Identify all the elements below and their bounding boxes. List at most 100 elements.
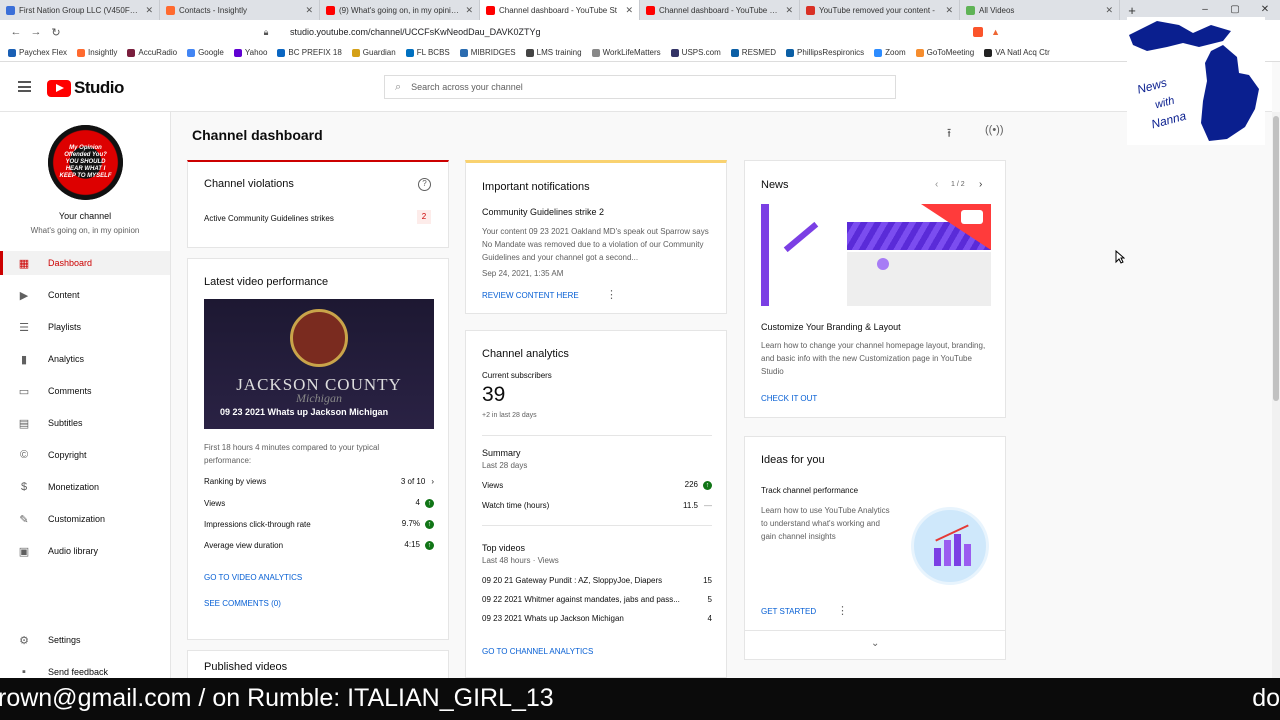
bookmark-item[interactable]: Zoom <box>874 48 906 57</box>
chevron-down-icon[interactable]: ⌄ <box>871 638 879 649</box>
bookmark-item[interactable]: LMS training <box>525 48 582 57</box>
subscribers-label: Current subscribers <box>482 371 552 380</box>
go-live-icon[interactable]: ((•)) <box>985 124 1004 136</box>
bookmark-label: FL BCBS <box>416 48 450 57</box>
bookmark-favicon-icon <box>127 48 136 57</box>
browser-tab[interactable]: All Videos ✕ <box>960 0 1120 20</box>
tab-favicon-icon <box>166 5 175 15</box>
bookmark-item[interactable]: RESMED <box>730 48 776 57</box>
latest-video-card: Latest video performance JACKSON COUNTY … <box>187 258 449 640</box>
browser-tab[interactable]: Contacts - Insightly ✕ <box>160 0 320 20</box>
brave-shield-icon[interactable] <box>973 27 984 37</box>
tab-title: Channel dashboard - YouTube Studio <box>659 5 782 15</box>
youtube-play-icon <box>47 79 71 97</box>
sidebar-item-audio-library[interactable]: ▣ Audio library <box>0 539 170 563</box>
bookmark-item[interactable]: PhillipsRespironics <box>786 48 864 57</box>
bookmark-item[interactable]: BC PREFIX 18 <box>277 48 342 57</box>
youtube-studio-logo[interactable]: Studio <box>47 78 124 98</box>
sidebar-item-subtitles[interactable]: ▤ Subtitles <box>0 411 170 435</box>
browser-tab[interactable]: Channel dashboard - YouTube St ✕ <box>480 0 640 20</box>
go-to-video-analytics-link[interactable]: GO TO VIDEO ANALYTICS <box>204 573 302 582</box>
divider <box>745 630 1005 631</box>
search-box[interactable]: ⌕ Search across your channel <box>384 75 896 99</box>
bookmark-item[interactable]: WorkLifeMatters <box>591 48 661 57</box>
news-headline: Customize Your Branding & Layout <box>761 322 901 332</box>
close-tab-icon[interactable]: ✕ <box>465 5 473 16</box>
close-tab-icon[interactable]: ✕ <box>625 5 633 16</box>
more-options-icon[interactable]: ⋮ <box>606 288 617 301</box>
above-typical-icon: ↑ <box>425 520 434 529</box>
views-row[interactable]: Views 226 ↑ <box>482 480 712 490</box>
ticker-right-text: do <box>1252 684 1280 712</box>
chevron-left-icon[interactable]: ‹ <box>935 179 938 190</box>
video-thumbnail[interactable]: JACKSON COUNTY Michigan 09 23 2021 Whats… <box>204 299 434 429</box>
tab-title: First Nation Group LLC (V450F328), Di <box>19 5 141 15</box>
sidebar-item-analytics[interactable]: ▮ Analytics <box>0 347 170 371</box>
content-icon: ▶ <box>19 289 29 302</box>
sidebar-item-playlists[interactable]: ☰ Playlists <box>0 315 170 339</box>
bookmark-item[interactable]: FL BCBS <box>405 48 450 57</box>
more-options-icon[interactable]: ⋮ <box>837 604 848 617</box>
sidebar-item-customization[interactable]: ✎ Customization <box>0 507 170 531</box>
sidebar-item-settings[interactable]: ⚙ Settings <box>0 628 170 652</box>
get-started-link[interactable]: GET STARTED <box>761 607 816 616</box>
bookmark-item[interactable]: AccuRadio <box>127 48 177 57</box>
bookmark-item[interactable]: MIBRIDGES <box>459 48 516 57</box>
help-icon[interactable]: ? <box>418 178 431 191</box>
top-video-row[interactable]: 09 23 2021 Whats up Jackson Michigan 4 <box>482 614 712 623</box>
watch-time-row[interactable]: Watch time (hours) 11.5 — <box>482 501 712 510</box>
your-channel-label[interactable]: Your channel <box>0 211 170 221</box>
bookmark-item[interactable]: Insightly <box>77 48 117 57</box>
sidebar-item-content[interactable]: ▶ Content <box>0 283 170 307</box>
bookmark-item[interactable]: Google <box>187 48 224 57</box>
back-icon[interactable]: ← <box>6 26 26 38</box>
top-video-row[interactable]: 09 20 21 Gateway Pundit : AZ, SloppyJoe,… <box>482 576 712 585</box>
browser-tab[interactable]: First Nation Group LLC (V450F328), Di ✕ <box>0 0 160 20</box>
close-tab-icon[interactable]: ✕ <box>785 5 793 16</box>
bookmark-favicon-icon <box>730 48 739 57</box>
tab-favicon-icon <box>966 5 975 15</box>
summary-period: Last 28 days <box>482 461 528 470</box>
browser-tab[interactable]: Channel dashboard - YouTube Studio ✕ <box>640 0 800 20</box>
sidebar-item-dashboard[interactable]: ▦ Dashboard <box>0 251 170 275</box>
review-content-link[interactable]: REVIEW CONTENT HERE <box>482 291 579 300</box>
close-tab-icon[interactable]: ✕ <box>305 5 313 16</box>
bookmark-item[interactable]: VA Natl Acq Ctr <box>984 48 1050 57</box>
metric-row[interactable]: Average view duration 4:15 ↑ <box>204 540 434 550</box>
sidebar-item-copyright[interactable]: © Copyright <box>0 443 170 467</box>
bookmark-item[interactable]: Guardian <box>351 48 396 57</box>
see-comments-link[interactable]: SEE COMMENTS (0) <box>204 599 281 608</box>
close-tab-icon[interactable]: ✕ <box>945 5 953 16</box>
url-field[interactable]: studio.youtube.com/channel/UCCFsKwNeodDa… <box>290 27 930 37</box>
tab-list: First Nation Group LLC (V450F328), Di✕Co… <box>0 0 1120 20</box>
check-it-out-link[interactable]: CHECK IT OUT <box>761 394 817 403</box>
reload-icon[interactable]: ↻ <box>46 26 66 39</box>
close-tab-icon[interactable]: ✕ <box>1105 5 1113 16</box>
bookmark-item[interactable]: USPS.com <box>670 48 721 57</box>
bookmark-item[interactable]: Paychex Flex <box>8 48 67 57</box>
bookmark-item[interactable]: GoToMeeting <box>915 48 974 57</box>
go-to-channel-analytics-link[interactable]: GO TO CHANNEL ANALYTICS <box>482 647 593 656</box>
bookmark-label: Insightly <box>88 48 118 57</box>
close-tab-icon[interactable]: ✕ <box>145 5 153 16</box>
gear-icon: ⚙ <box>19 634 29 647</box>
metric-row[interactable]: Views 4 ↑ <box>204 498 434 508</box>
sidebar-item-comments[interactable]: ▭ Comments <box>0 379 170 403</box>
hamburger-menu-icon[interactable] <box>18 81 31 92</box>
browser-tab[interactable]: (9) What's going on, in my opinion - ✕ <box>320 0 480 20</box>
scrollbar-thumb[interactable] <box>1273 116 1279 401</box>
forward-icon[interactable]: → <box>26 26 46 38</box>
search-input[interactable]: Search across your channel <box>411 82 523 92</box>
chevron-right-icon[interactable]: › <box>979 179 982 190</box>
sidebar-item-monetization[interactable]: $ Monetization <box>0 475 170 499</box>
browser-tab[interactable]: YouTube removed your content - ✕ <box>800 0 960 20</box>
bookmark-item[interactable]: Yahoo <box>233 48 267 57</box>
upload-icon[interactable]: ⭱ <box>947 124 951 145</box>
top-video-row[interactable]: 09 22 2021 Whitmer against mandates, jab… <box>482 595 712 604</box>
page-scrollbar[interactable] <box>1272 112 1280 678</box>
metric-row[interactable]: Impressions click-through rate 9.7% ↑ <box>204 519 434 529</box>
metric-row[interactable]: Ranking by views 3 of 10 › <box>204 477 434 486</box>
brave-rewards-icon[interactable]: ▲ <box>991 27 1000 37</box>
channel-avatar[interactable]: My Opinion Offended You? YOU SHOULD HEAR… <box>48 125 123 200</box>
card-title: Important notifications <box>482 181 590 193</box>
